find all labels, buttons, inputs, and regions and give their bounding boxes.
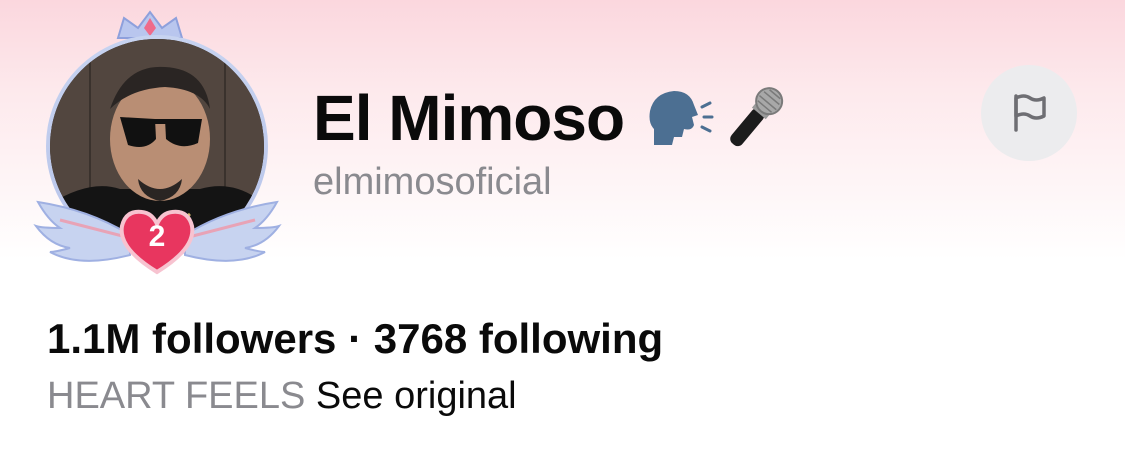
badge-level-number: 2	[148, 220, 166, 253]
name-emojis	[646, 82, 790, 154]
microphone-icon	[730, 87, 784, 147]
followers-count: 1.1M	[47, 315, 141, 362]
display-name: El Mimoso	[313, 82, 625, 154]
following-label: following	[478, 315, 664, 362]
see-original-link[interactable]: See original	[316, 375, 517, 417]
bio-text: HEART FEELS	[47, 375, 306, 417]
profile-avatar-badge[interactable]: 2	[30, 10, 285, 275]
username: elmimosoficial	[313, 161, 552, 203]
follow-stats: 1.1M followers · 3768 following	[47, 314, 663, 364]
followers-label: followers	[152, 315, 337, 362]
bio: HEART FEELS See original	[47, 374, 517, 420]
report-flag-button[interactable]	[981, 65, 1077, 161]
stats-separator: ·	[348, 315, 363, 362]
name-row: El Mimoso	[313, 68, 790, 168]
following-count: 3768	[373, 315, 468, 362]
flag-icon	[1014, 94, 1046, 132]
followers-link[interactable]: 1.1M followers	[47, 315, 348, 362]
following-link[interactable]: 3768 following	[374, 315, 663, 362]
speaking-head-icon	[649, 91, 714, 145]
